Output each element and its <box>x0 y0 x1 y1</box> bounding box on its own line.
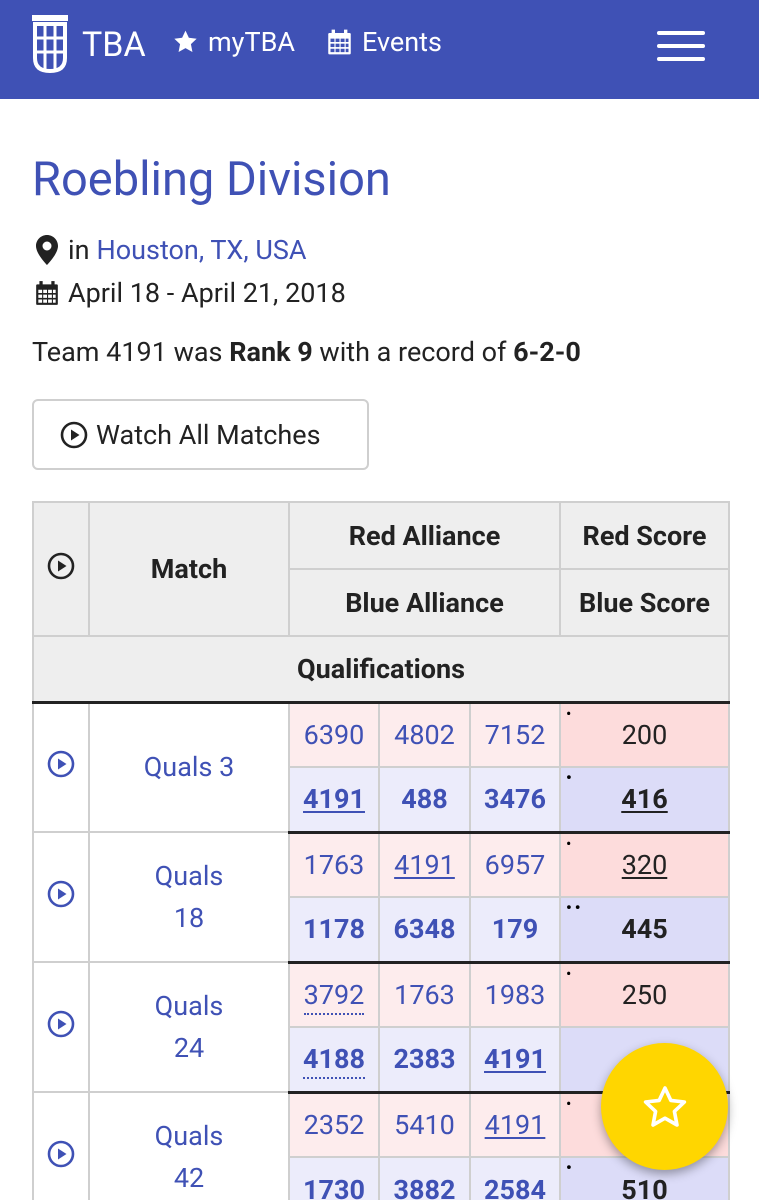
red-team-link[interactable]: 1983 <box>469 961 561 1028</box>
blue-team-link[interactable]: 179 <box>469 896 561 964</box>
match-name-link[interactable]: Quals 18 <box>88 831 290 963</box>
play-circle-icon <box>47 1010 75 1037</box>
page-title: Roebling Division <box>32 152 391 207</box>
ranking-point-dots: • <box>566 833 575 853</box>
play-circle-icon <box>47 750 75 778</box>
star-outline-icon <box>643 1085 686 1127</box>
ranking-point-dots: •• <box>566 898 584 917</box>
match-name-link[interactable]: Quals 24 <box>88 961 290 1093</box>
red-team-link[interactable]: 6390 <box>288 701 380 768</box>
header-red-score: Red Score <box>559 501 730 570</box>
red-team-link[interactable]: 6957 <box>469 831 561 898</box>
blue-score: •• 445 <box>559 896 730 964</box>
header-blue-score: Blue Score <box>559 568 730 637</box>
blue-team-link[interactable]: 2383 <box>378 1026 471 1094</box>
blue-team-link[interactable]: 1730 <box>288 1156 380 1200</box>
red-team-link[interactable]: 5410 <box>378 1091 471 1158</box>
match-play-button[interactable] <box>32 1091 90 1200</box>
red-team-link[interactable]: 1763 <box>378 961 471 1028</box>
record-text: with a record of <box>319 336 507 368</box>
brand-text: TBA <box>82 25 146 65</box>
red-score: • 320 <box>559 831 730 898</box>
red-team-link[interactable]: 7152 <box>469 701 561 768</box>
team-rank: Rank 9 <box>229 336 313 368</box>
calendar-icon <box>32 279 62 307</box>
red-team-link[interactable]: 2352 <box>288 1091 380 1158</box>
team-text: Team 4191 was <box>32 336 223 368</box>
team-record-summary: Team 4191 was Rank 9 with a record of 6-… <box>32 336 581 368</box>
ranking-point-dots: • <box>566 1093 575 1113</box>
red-score: • 200 <box>559 701 730 768</box>
calendar-icon <box>328 29 351 55</box>
play-circle-icon <box>47 552 75 579</box>
header-match: Match <box>88 501 290 637</box>
blue-team-link[interactable]: 2584 <box>469 1156 561 1200</box>
match-play-button[interactable] <box>32 701 90 833</box>
ranking-point-dots: • <box>566 703 575 723</box>
ranking-point-dots: • <box>566 1158 575 1177</box>
red-team-link[interactable]: 4191 <box>378 831 471 898</box>
star-icon <box>174 30 197 52</box>
nav-mytba-link[interactable]: myTBA <box>172 26 295 58</box>
red-team-link[interactable]: 4191 <box>469 1091 561 1158</box>
nav-events-label: Events <box>362 26 442 58</box>
blue-score: • 416 <box>559 766 730 834</box>
play-circle-icon <box>60 421 88 448</box>
blue-team-link[interactable]: 488 <box>378 766 471 834</box>
match-name-link[interactable]: Quals 3 <box>88 701 290 833</box>
blue-team-link[interactable]: 1178 <box>288 896 380 964</box>
watch-all-label: Watch All Matches <box>96 418 321 451</box>
match-play-button[interactable] <box>32 831 90 963</box>
hamburger-menu-icon[interactable] <box>657 31 705 61</box>
team-record: 6-2-0 <box>513 336 581 368</box>
match-name-link[interactable]: Quals 42 <box>88 1091 290 1200</box>
match-row-red: Quals 3 6390 4802 7152 • 200 <box>32 701 730 833</box>
blue-team-link[interactable]: 6348 <box>378 896 471 964</box>
red-team-link[interactable]: 4802 <box>378 701 471 768</box>
location-prefix: in <box>68 234 90 266</box>
blue-team-link[interactable]: 3476 <box>469 766 561 834</box>
blue-team-link[interactable]: 3882 <box>378 1156 471 1200</box>
event-location-row: in Houston, TX, USA <box>32 234 307 266</box>
match-row-red: Quals 24 3792 1763 1983 • 250 <box>32 961 730 1093</box>
watch-all-matches-button[interactable]: Watch All Matches <box>32 399 369 470</box>
top-navbar: TBA myTBA Events <box>0 0 759 99</box>
ranking-point-dots: • <box>566 768 575 787</box>
nav-events-link[interactable]: Events <box>326 26 442 58</box>
match-row-red: Quals 18 1763 4191 6957 • 320 <box>32 831 730 963</box>
tba-lamp-icon <box>32 15 68 74</box>
play-circle-icon <box>47 1140 75 1167</box>
header-red-alliance: Red Alliance <box>288 501 561 570</box>
header-play-cell <box>32 501 90 637</box>
blue-team-link[interactable]: 4191 <box>469 1026 561 1094</box>
header-blue-alliance: Blue Alliance <box>288 568 561 637</box>
play-circle-icon <box>47 880 75 907</box>
brand-home-link[interactable]: TBA <box>30 14 146 74</box>
event-dates: April 18 - April 21, 2018 <box>68 277 346 309</box>
red-score: • 250 <box>559 961 730 1028</box>
ranking-point-dots: • <box>566 963 575 983</box>
red-team-link[interactable]: 3792 <box>288 961 380 1028</box>
map-marker-icon <box>32 235 62 265</box>
nav-mytba-label: myTBA <box>208 26 295 58</box>
blue-team-link[interactable]: 4191 <box>288 766 380 834</box>
event-dates-row: April 18 - April 21, 2018 <box>32 277 346 309</box>
match-play-button[interactable] <box>32 961 90 1093</box>
favorite-fab-button[interactable] <box>601 1043 728 1170</box>
section-qualifications: Qualifications <box>32 635 730 704</box>
blue-team-link[interactable]: 4188 <box>288 1026 380 1094</box>
event-location-link[interactable]: Houston, TX, USA <box>96 234 306 266</box>
red-team-link[interactable]: 1763 <box>288 831 380 898</box>
